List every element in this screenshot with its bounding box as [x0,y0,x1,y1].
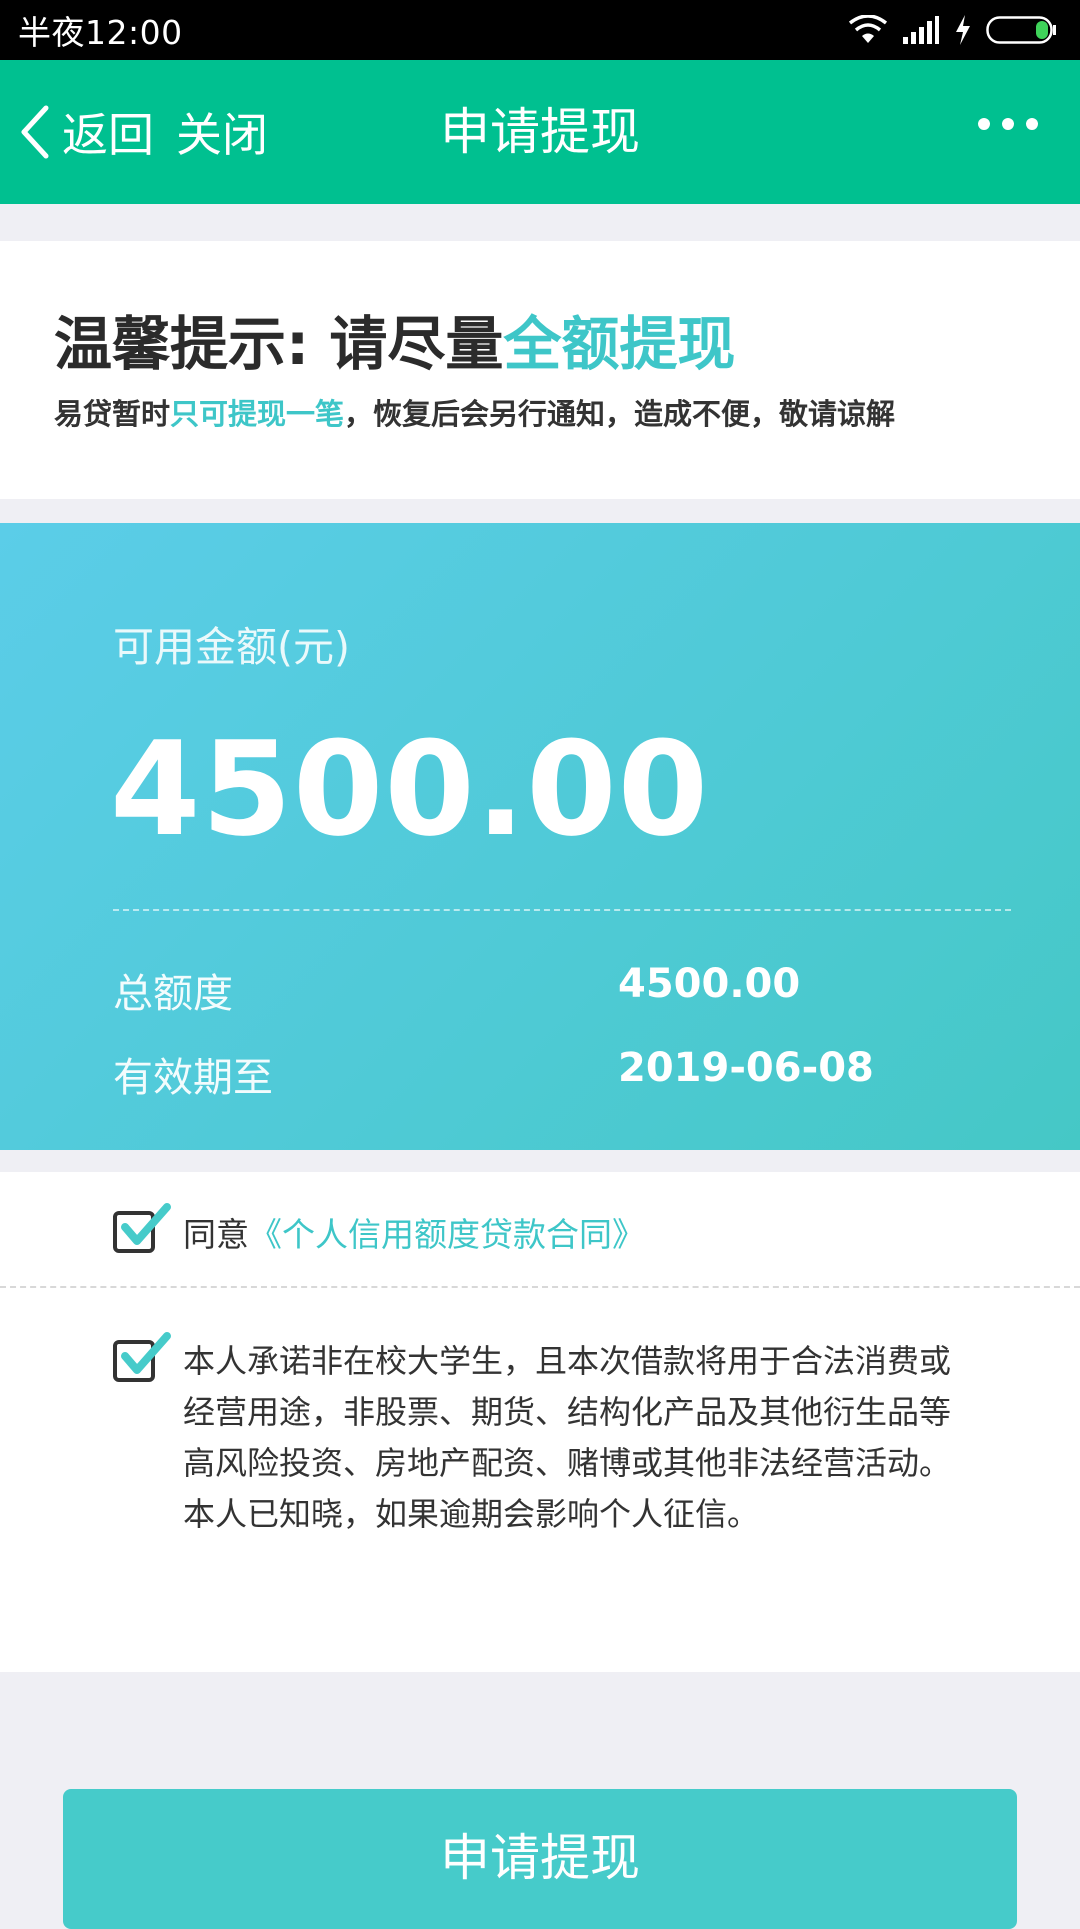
wifi-icon [848,15,888,43]
notice-title: 温馨提示: 请尽量全额提现 [54,297,735,381]
status-time: 半夜12:00 [18,13,183,52]
chevron-left-icon [21,105,49,159]
total-limit-value: 4500.00 [618,961,801,1007]
checkmark-icon [121,1332,171,1374]
notice-sub-highlight: 只可提现一笔 [170,397,345,431]
contract-checkbox[interactable] [113,1203,171,1253]
amount-card: 可用金额(元) 4500.00 总额度 4500.00 有效期至 2019-06… [0,523,1080,1150]
back-button[interactable]: 返回 [18,99,154,165]
more-dot [1026,118,1038,130]
agreement-section: 同意 《个人信用额度贷款合同》 本人承诺非在校大学生，且本次借款将用于合法消费或… [0,1172,1080,1672]
more-dot [1002,118,1014,130]
more-dots-icon[interactable] [978,118,1038,130]
total-limit-label: 总额度 [113,971,233,1017]
notice-sub-prefix: 易贷暂时 [54,397,171,431]
expiry-label: 有效期至 [113,1055,273,1101]
battery-icon [986,16,1056,44]
pledge-checkbox[interactable] [113,1332,171,1382]
close-button[interactable]: 关闭 [176,99,268,165]
expiry-value: 2019-06-08 [618,1045,874,1091]
notice-sub-suffix: ，恢复后会另行通知，造成不便，敬请谅解 [344,397,896,431]
pledge-text: 本人承诺非在校大学生，且本次借款将用于合法消费或经营用途，非股票、期货、结构化产… [183,1342,952,1533]
available-amount-label: 可用金额(元) [113,623,350,671]
apply-withdraw-button[interactable]: 申请提现 [63,1789,1017,1929]
notice-subtitle: 易贷暂时只可提现一笔，恢复后会另行通知，造成不便，敬请谅解 [54,391,895,433]
nav-left: 返回 关闭 [18,60,268,204]
contract-link[interactable]: 《个人信用额度贷款合同》 [249,1208,645,1256]
title-bar: 返回 关闭 申请提现 [0,60,1080,204]
agree-prefix: 同意 [183,1215,249,1254]
available-amount-value: 4500.00 [110,713,710,865]
notice-title-prefix: 温馨提示: 请尽量 [54,310,504,378]
pledge-row: 本人承诺非在校大学生，且本次借款将用于合法消费或经营用途，非股票、期货、结构化产… [113,1332,973,1540]
charging-bolt-icon [956,15,970,45]
notice-title-highlight: 全额提现 [503,310,736,378]
back-label: 返回 [62,108,154,162]
notice-card: 温馨提示: 请尽量全额提现 易贷暂时只可提现一笔，恢复后会另行通知，造成不便，敬… [0,241,1080,499]
amount-divider [113,909,1011,911]
status-icons [848,15,1058,45]
status-bar: 半夜12:00 [0,0,1080,60]
agreement-divider [0,1286,1080,1288]
more-dot [978,118,990,130]
checkmark-icon [121,1203,171,1245]
signal-icon [903,16,939,44]
contract-agree-row: 同意 《个人信用额度贷款合同》 [113,1203,645,1256]
